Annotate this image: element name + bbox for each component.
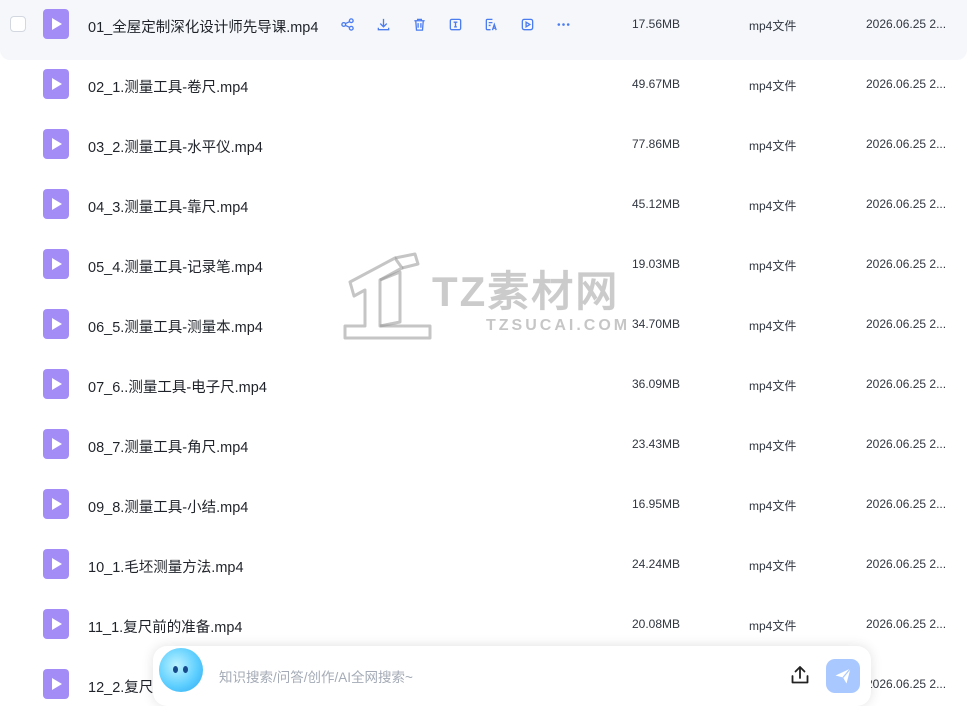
file-name[interactable]: 08_7.测量工具-角尺.mp4	[88, 436, 248, 457]
text-recognition-icon[interactable]	[480, 14, 502, 34]
file-name[interactable]: 09_8.测量工具-小结.mp4	[88, 496, 248, 517]
file-row[interactable]: 02_1.测量工具-卷尺.mp4 49.67MB mp4文件 2026.06.2…	[0, 60, 967, 120]
row-checkbox[interactable]	[10, 16, 26, 32]
video-file-icon	[43, 69, 69, 99]
file-size: 77.86MB	[632, 137, 681, 151]
more-icon[interactable]	[552, 14, 574, 34]
video-file-icon	[43, 9, 69, 39]
file-type: mp4文件	[749, 199, 797, 213]
search-input[interactable]: 知识搜索/问答/创作/AI全网搜索~	[219, 666, 413, 686]
video-file-icon	[43, 309, 69, 339]
send-button[interactable]	[826, 659, 860, 693]
video-file-icon	[43, 489, 69, 519]
file-date: 2026.06.25 2...	[866, 257, 947, 271]
row-action-bar	[336, 14, 574, 34]
file-row[interactable]: 01_全屋定制深化设计师先导课.mp4 17.56MB mp4文件 2026.0…	[0, 0, 967, 60]
file-date: 2026.06.25 2...	[866, 617, 947, 631]
file-size: 45.12MB	[632, 197, 681, 211]
upload-icon[interactable]	[789, 664, 811, 686]
video-file-icon	[43, 129, 69, 159]
file-date: 2026.06.25 2...	[866, 317, 947, 331]
file-size: 19.03MB	[632, 257, 681, 271]
send-icon	[835, 668, 851, 684]
file-type: mp4文件	[749, 319, 797, 333]
download-icon[interactable]	[372, 14, 394, 34]
file-date: 2026.06.25 2...	[866, 557, 947, 571]
file-name[interactable]: 10_1.毛坯测量方法.mp4	[88, 556, 244, 577]
file-row[interactable]: 08_7.测量工具-角尺.mp4 23.43MB mp4文件 2026.06.2…	[0, 420, 967, 480]
ai-search-bar: 知识搜索/问答/创作/AI全网搜索~	[153, 646, 871, 706]
file-name[interactable]: 02_1.测量工具-卷尺.mp4	[88, 76, 248, 97]
file-type: mp4文件	[749, 619, 797, 633]
file-type: mp4文件	[749, 79, 797, 93]
file-name[interactable]: 12_2.复尺	[88, 676, 153, 697]
file-date: 2026.06.25 2...	[866, 197, 947, 211]
rename-icon[interactable]	[444, 14, 466, 34]
file-type: mp4文件	[749, 379, 797, 393]
video-file-icon	[43, 429, 69, 459]
file-type: mp4文件	[749, 19, 797, 33]
video-file-icon	[43, 249, 69, 279]
file-type: mp4文件	[749, 259, 797, 273]
file-size: 20.08MB	[632, 617, 681, 631]
file-size: 36.09MB	[632, 377, 681, 391]
file-type: mp4文件	[749, 499, 797, 513]
file-row[interactable]: 09_8.测量工具-小结.mp4 16.95MB mp4文件 2026.06.2…	[0, 480, 967, 540]
delete-icon[interactable]	[408, 14, 430, 34]
file-date: 2026.06.25 2...	[866, 497, 947, 511]
share-icon[interactable]	[336, 14, 358, 34]
file-row[interactable]: 03_2.测量工具-水平仪.mp4 77.86MB mp4文件 2026.06.…	[0, 120, 967, 180]
file-type: mp4文件	[749, 439, 797, 453]
file-name[interactable]: 04_3.测量工具-靠尺.mp4	[88, 196, 248, 217]
file-type: mp4文件	[749, 139, 797, 153]
watermark-brand: TZ素材网	[432, 268, 620, 315]
file-name[interactable]: 03_2.测量工具-水平仪.mp4	[88, 136, 263, 157]
file-date: 2026.06.25 2...	[866, 137, 947, 151]
play-icon[interactable]	[516, 14, 538, 34]
ai-assistant-avatar-icon[interactable]	[159, 648, 203, 692]
file-date: 2026.06.25 2...	[866, 677, 947, 691]
file-row[interactable]: 04_3.测量工具-靠尺.mp4 45.12MB mp4文件 2026.06.2…	[0, 180, 967, 240]
file-row[interactable]: 10_1.毛坯测量方法.mp4 24.24MB mp4文件 2026.06.25…	[0, 540, 967, 600]
file-name[interactable]: 01_全屋定制深化设计师先导课.mp4	[88, 16, 318, 37]
file-size: 23.43MB	[632, 437, 681, 451]
file-name[interactable]: 11_1.复尺前的准备.mp4	[88, 616, 242, 637]
file-list: 01_全屋定制深化设计师先导课.mp4 17.56MB mp4文件 2026.0…	[0, 0, 967, 60]
file-size: 24.24MB	[632, 557, 681, 571]
file-name[interactable]: 07_6..测量工具-电子尺.mp4	[88, 376, 267, 397]
file-date: 2026.06.25 2...	[866, 377, 947, 391]
file-size: 34.70MB	[632, 317, 681, 331]
file-row[interactable]: 07_6..测量工具-电子尺.mp4 36.09MB mp4文件 2026.06…	[0, 360, 967, 420]
file-size: 16.95MB	[632, 497, 681, 511]
video-file-icon	[43, 369, 69, 399]
file-date: 2026.06.25 2...	[866, 77, 947, 91]
file-date: 2026.06.25 2...	[866, 437, 947, 451]
video-file-icon	[43, 549, 69, 579]
file-type: mp4文件	[749, 559, 797, 573]
file-name[interactable]: 05_4.测量工具-记录笔.mp4	[88, 256, 263, 277]
file-name[interactable]: 06_5.测量工具-测量本.mp4	[88, 316, 263, 337]
file-size: 17.56MB	[632, 17, 681, 31]
file-size: 49.67MB	[632, 77, 681, 91]
video-file-icon	[43, 669, 69, 699]
file-date: 2026.06.25 2...	[866, 17, 947, 31]
watermark-domain: TZSUCAI.COM	[486, 317, 631, 334]
video-file-icon	[43, 609, 69, 639]
video-file-icon	[43, 189, 69, 219]
